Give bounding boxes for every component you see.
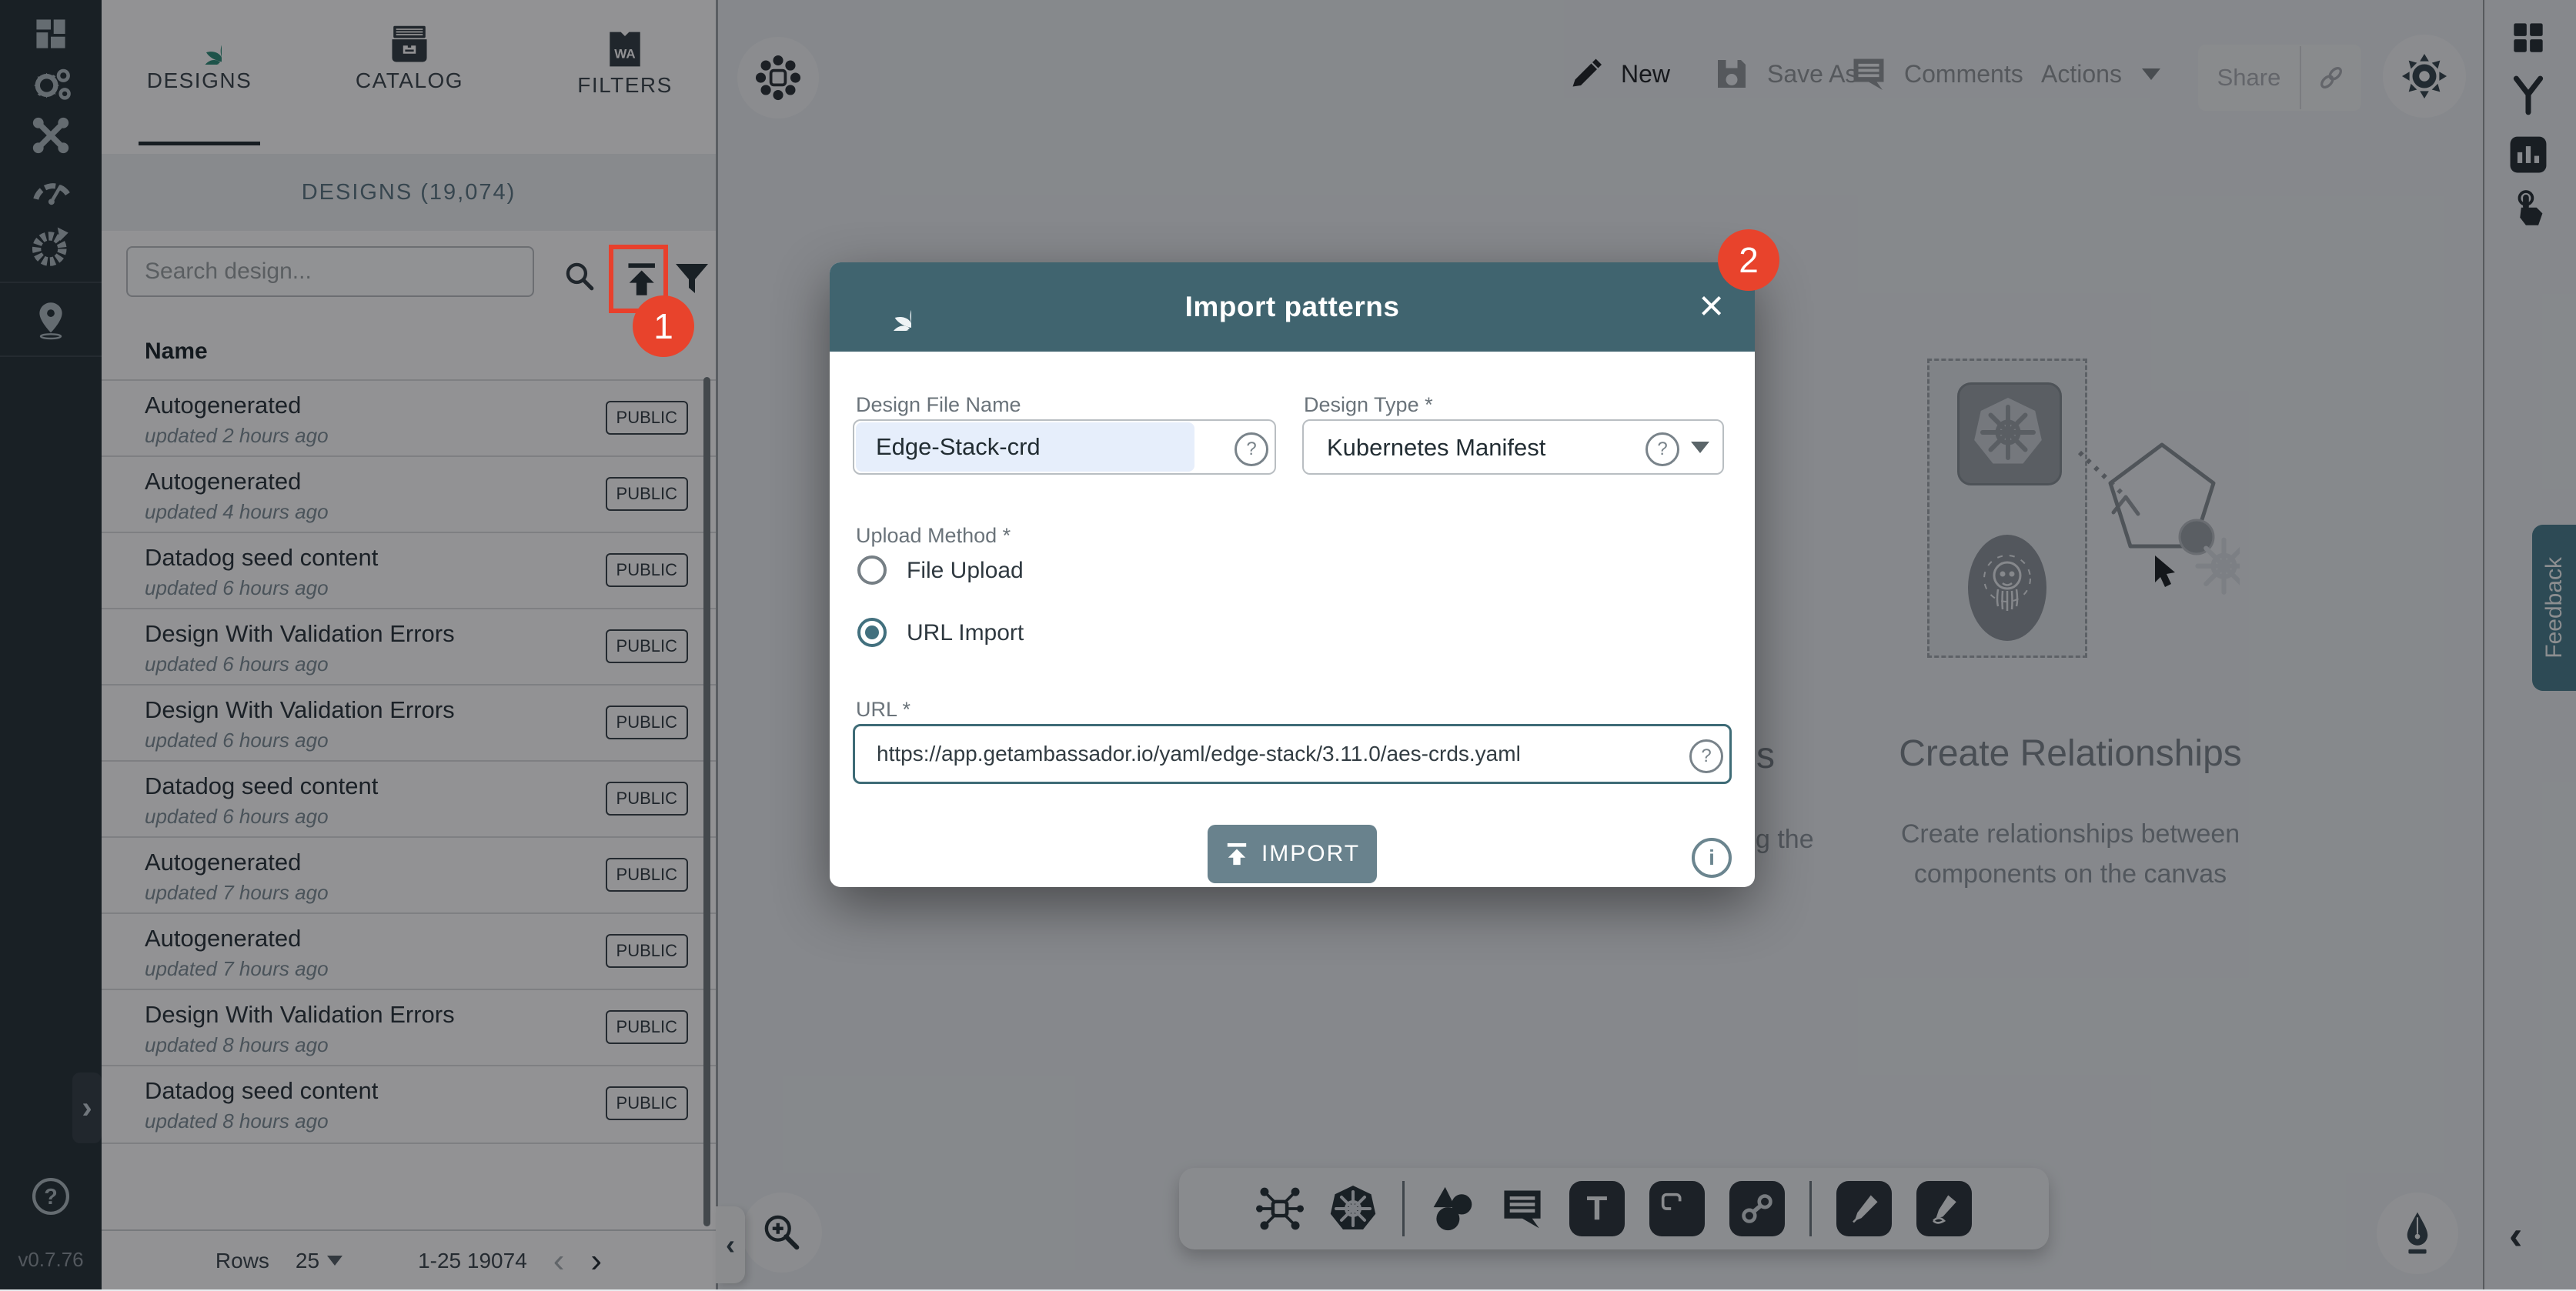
url-label: URL * xyxy=(856,698,910,722)
radio-file-upload[interactable] xyxy=(857,555,887,585)
url-input[interactable] xyxy=(855,726,1729,782)
import-patterns-modal: Import patterns × Design File Name ? Des… xyxy=(830,262,1755,887)
upload-icon xyxy=(1225,842,1249,866)
upload-method-label: Upload Method * xyxy=(856,524,1011,548)
annotation-step-1: 1 xyxy=(633,295,694,357)
design-type-select[interactable]: Kubernetes Manifest ? xyxy=(1302,419,1724,475)
close-icon[interactable]: × xyxy=(1699,282,1724,329)
design-file-name-input[interactable] xyxy=(854,421,1275,473)
import-button[interactable]: IMPORT xyxy=(1208,825,1377,883)
import-button-label: IMPORT xyxy=(1261,841,1360,867)
design-type-label: Design Type * xyxy=(1304,393,1433,417)
modal-header: Import patterns × xyxy=(830,262,1755,352)
help-icon[interactable]: ? xyxy=(1689,739,1723,773)
design-type-value: Kubernetes Manifest xyxy=(1327,434,1545,462)
radio-url-import[interactable] xyxy=(857,618,887,647)
help-icon[interactable]: ? xyxy=(1645,432,1679,466)
chevron-down-icon xyxy=(1691,442,1709,454)
info-icon[interactable]: i xyxy=(1692,838,1732,878)
help-icon[interactable]: ? xyxy=(1235,432,1268,466)
design-file-name-field: ? xyxy=(853,419,1276,475)
radio-url-import-label[interactable]: URL Import xyxy=(907,620,1024,646)
radio-file-upload-label[interactable]: File Upload xyxy=(907,558,1024,584)
modal-title: Import patterns xyxy=(830,262,1755,352)
annotation-step-2: 2 xyxy=(1718,229,1779,291)
url-field: ? xyxy=(853,724,1732,784)
design-file-name-label: Design File Name xyxy=(856,393,1021,417)
